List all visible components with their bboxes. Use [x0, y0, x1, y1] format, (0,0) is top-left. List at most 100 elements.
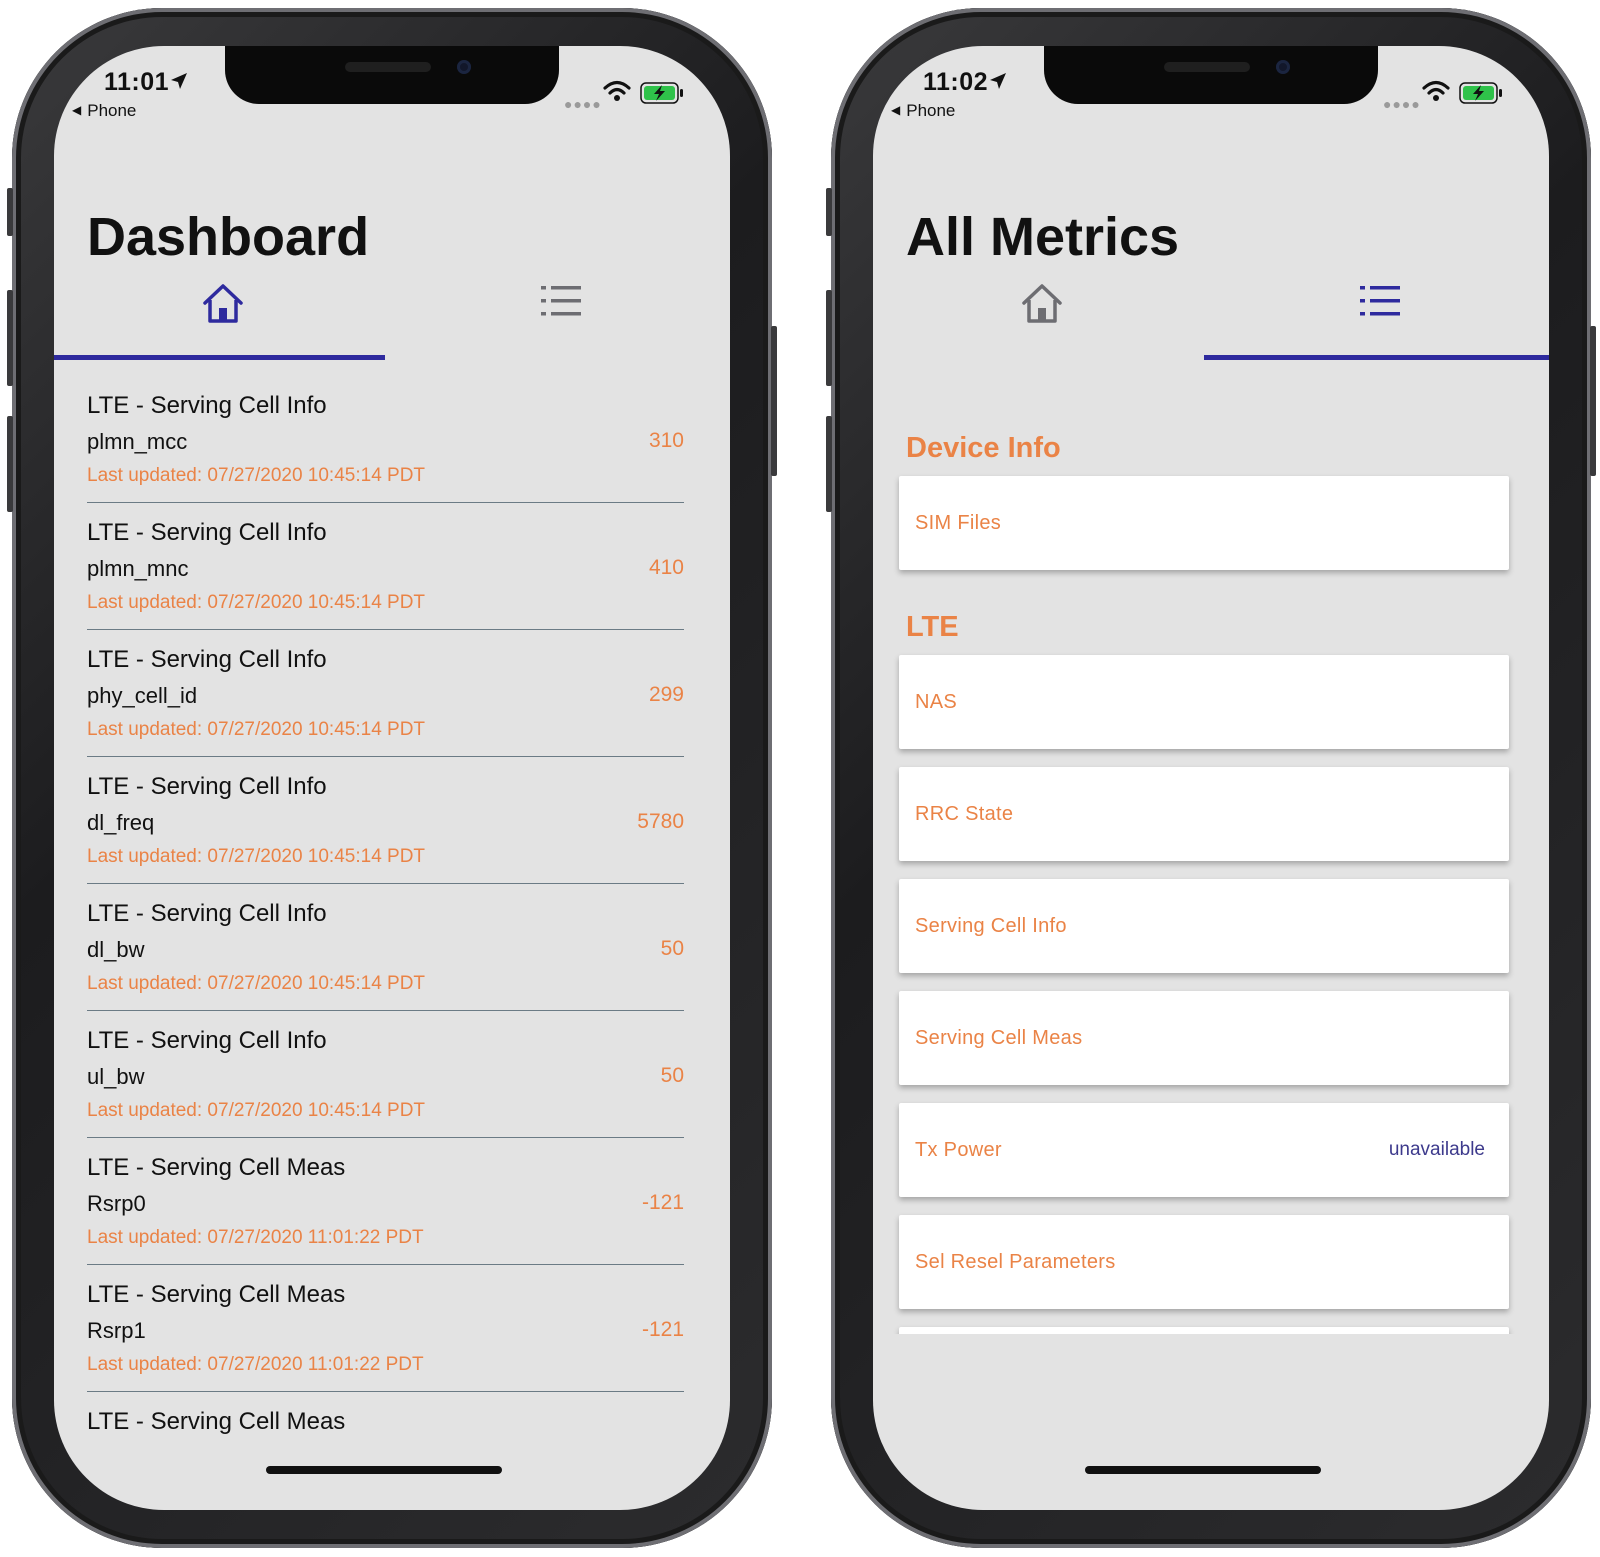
mute-switch	[7, 188, 13, 236]
metric-value: 50	[660, 937, 684, 960]
metric-group-label: SIM Files	[915, 512, 1002, 534]
notch	[225, 46, 559, 104]
metric-value: 50	[660, 1064, 684, 1087]
metric-last-updated: Last updated: 07/27/2020 10:45:14 PDT	[87, 846, 426, 867]
metric-name: plmn_mnc	[87, 556, 189, 581]
metric-row[interactable]: LTE - Serving Cell Meas	[87, 1392, 684, 1436]
metric-group-card[interactable]	[899, 1327, 1509, 1334]
metric-name: dl_freq	[87, 810, 155, 835]
metric-group-label: RRC State	[915, 803, 1014, 825]
mute-switch	[826, 188, 832, 236]
metric-category: LTE - Serving Cell Info	[87, 646, 327, 673]
volume-up-button	[826, 290, 832, 386]
metric-row[interactable]: LTE - Serving Cell Info plmn_mnc 410 Las…	[87, 503, 684, 630]
signal-dots-icon: ●●●●	[564, 96, 602, 112]
wifi-icon	[603, 80, 631, 101]
volume-up-button	[7, 290, 13, 386]
tab-home[interactable]	[54, 271, 392, 361]
signal-dots-icon: ●●●●	[1383, 96, 1421, 112]
metric-row[interactable]: LTE - Serving Cell Info dl_freq 5780 Las…	[87, 757, 684, 884]
home-indicator[interactable]	[1085, 1466, 1321, 1474]
screen-dashboard: 11:01 ◀ Phone ●●●● Dashboard LTE - Servi…	[54, 46, 730, 1510]
section-header-device-info: Device Info	[906, 432, 1061, 464]
back-triangle-icon: ◀	[72, 103, 82, 117]
screen-all-metrics: 11:02 ◀ Phone ●●●● All Metrics Device In…	[873, 46, 1549, 1510]
selected-tab-indicator	[54, 355, 385, 360]
metric-group-status: unavailable	[1388, 1139, 1485, 1160]
metric-last-updated: Last updated: 07/27/2020 10:45:14 PDT	[87, 973, 426, 994]
metric-value: 299	[648, 683, 684, 706]
power-button	[771, 326, 777, 476]
metric-last-updated: Last updated: 07/27/2020 10:45:14 PDT	[87, 465, 426, 486]
metric-value: 310	[648, 429, 684, 452]
notch	[1044, 46, 1378, 104]
location-arrow-icon	[990, 73, 1006, 89]
tab-all-metrics[interactable]	[392, 271, 730, 361]
metric-category: LTE - Serving Cell Info	[87, 773, 327, 800]
metric-group-card[interactable]: Serving Cell Meas	[899, 991, 1509, 1085]
status-time: 11:01	[104, 68, 170, 96]
metric-row[interactable]: LTE - Serving Cell Info dl_bw 50 Last up…	[87, 884, 684, 1011]
earpiece-speaker	[345, 62, 431, 72]
metric-row[interactable]: LTE - Serving Cell Info plmn_mcc 310 Las…	[87, 376, 684, 503]
home-icon	[203, 284, 243, 323]
battery-charging-icon	[640, 82, 683, 104]
home-icon	[1022, 284, 1062, 323]
metric-group-card[interactable]: Sel Resel Parameters	[899, 1215, 1509, 1309]
metric-category: LTE - Serving Cell Info	[87, 900, 327, 927]
dashboard-metric-list[interactable]: LTE - Serving Cell Info plmn_mcc 310 Las…	[87, 376, 684, 1436]
page-title: Dashboard	[87, 207, 370, 267]
back-link-label: Phone	[87, 101, 137, 120]
metric-group-card[interactable]: SIM Files	[899, 476, 1509, 570]
metric-last-updated: Last updated: 07/27/2020 10:45:14 PDT	[87, 1100, 426, 1121]
earpiece-speaker	[1164, 62, 1250, 72]
metric-group-card[interactable]: RRC State	[899, 767, 1509, 861]
metric-row[interactable]: LTE - Serving Cell Info ul_bw 50 Last up…	[87, 1011, 684, 1138]
battery-charging-icon	[1459, 82, 1502, 104]
metric-row[interactable]: LTE - Serving Cell Meas Rsrp0 -121 Last …	[87, 1138, 684, 1265]
metric-row[interactable]: LTE - Serving Cell Meas Rsrp1 -121 Last …	[87, 1265, 684, 1392]
metric-group-card[interactable]: Serving Cell Info	[899, 879, 1509, 973]
metric-category: LTE - Serving Cell Info	[87, 1027, 327, 1054]
metric-name: phy_cell_id	[87, 683, 198, 708]
metric-value: 5780	[637, 810, 684, 833]
metric-group-card[interactable]: NAS	[899, 655, 1509, 749]
metric-value: -121	[641, 1318, 684, 1341]
power-button	[1590, 326, 1596, 476]
front-camera	[1276, 60, 1290, 74]
front-camera	[457, 60, 471, 74]
metric-name: Rsrp1	[87, 1318, 146, 1343]
list-icon	[1360, 286, 1400, 316]
tab-home[interactable]	[873, 271, 1211, 361]
list-icon	[541, 286, 581, 316]
volume-down-button	[826, 416, 832, 512]
metric-name: Rsrp0	[87, 1191, 146, 1216]
back-link-label: Phone	[906, 101, 956, 120]
metric-value: 410	[648, 556, 684, 579]
metric-group-list[interactable]: SIM Files NAS RRC State Serving Cell Inf…	[873, 466, 1549, 1334]
back-to-phone-link[interactable]: ◀ Phone	[891, 101, 955, 121]
phone-frame-all-metrics: 11:02 ◀ Phone ●●●● All Metrics Device In…	[826, 8, 1596, 1548]
back-to-phone-link[interactable]: ◀ Phone	[72, 101, 136, 121]
tab-all-metrics[interactable]	[1211, 271, 1549, 361]
selected-tab-indicator	[1204, 355, 1549, 360]
metric-category: LTE - Serving Cell Meas	[87, 1408, 346, 1435]
volume-down-button	[7, 416, 13, 512]
metric-category: LTE - Serving Cell Info	[87, 392, 327, 419]
metric-category: LTE - Serving Cell Meas	[87, 1281, 346, 1308]
metric-category: LTE - Serving Cell Info	[87, 519, 327, 546]
metric-group-label: Serving Cell Meas	[915, 1027, 1083, 1049]
metric-group-label: Sel Resel Parameters	[915, 1251, 1116, 1273]
home-indicator[interactable]	[266, 1466, 502, 1474]
wifi-icon	[1422, 80, 1450, 101]
metric-group-label: Tx Power	[915, 1139, 1002, 1161]
metric-group-label: Serving Cell Info	[915, 915, 1067, 937]
metric-group-card[interactable]: Tx Power unavailable	[899, 1103, 1509, 1197]
location-arrow-icon	[171, 73, 187, 89]
metric-name: ul_bw	[87, 1064, 145, 1089]
metric-group-label: NAS	[915, 691, 958, 713]
back-triangle-icon: ◀	[891, 103, 901, 117]
metric-name: dl_bw	[87, 937, 145, 962]
metric-row[interactable]: LTE - Serving Cell Info phy_cell_id 299 …	[87, 630, 684, 757]
metric-last-updated: Last updated: 07/27/2020 10:45:14 PDT	[87, 592, 426, 613]
